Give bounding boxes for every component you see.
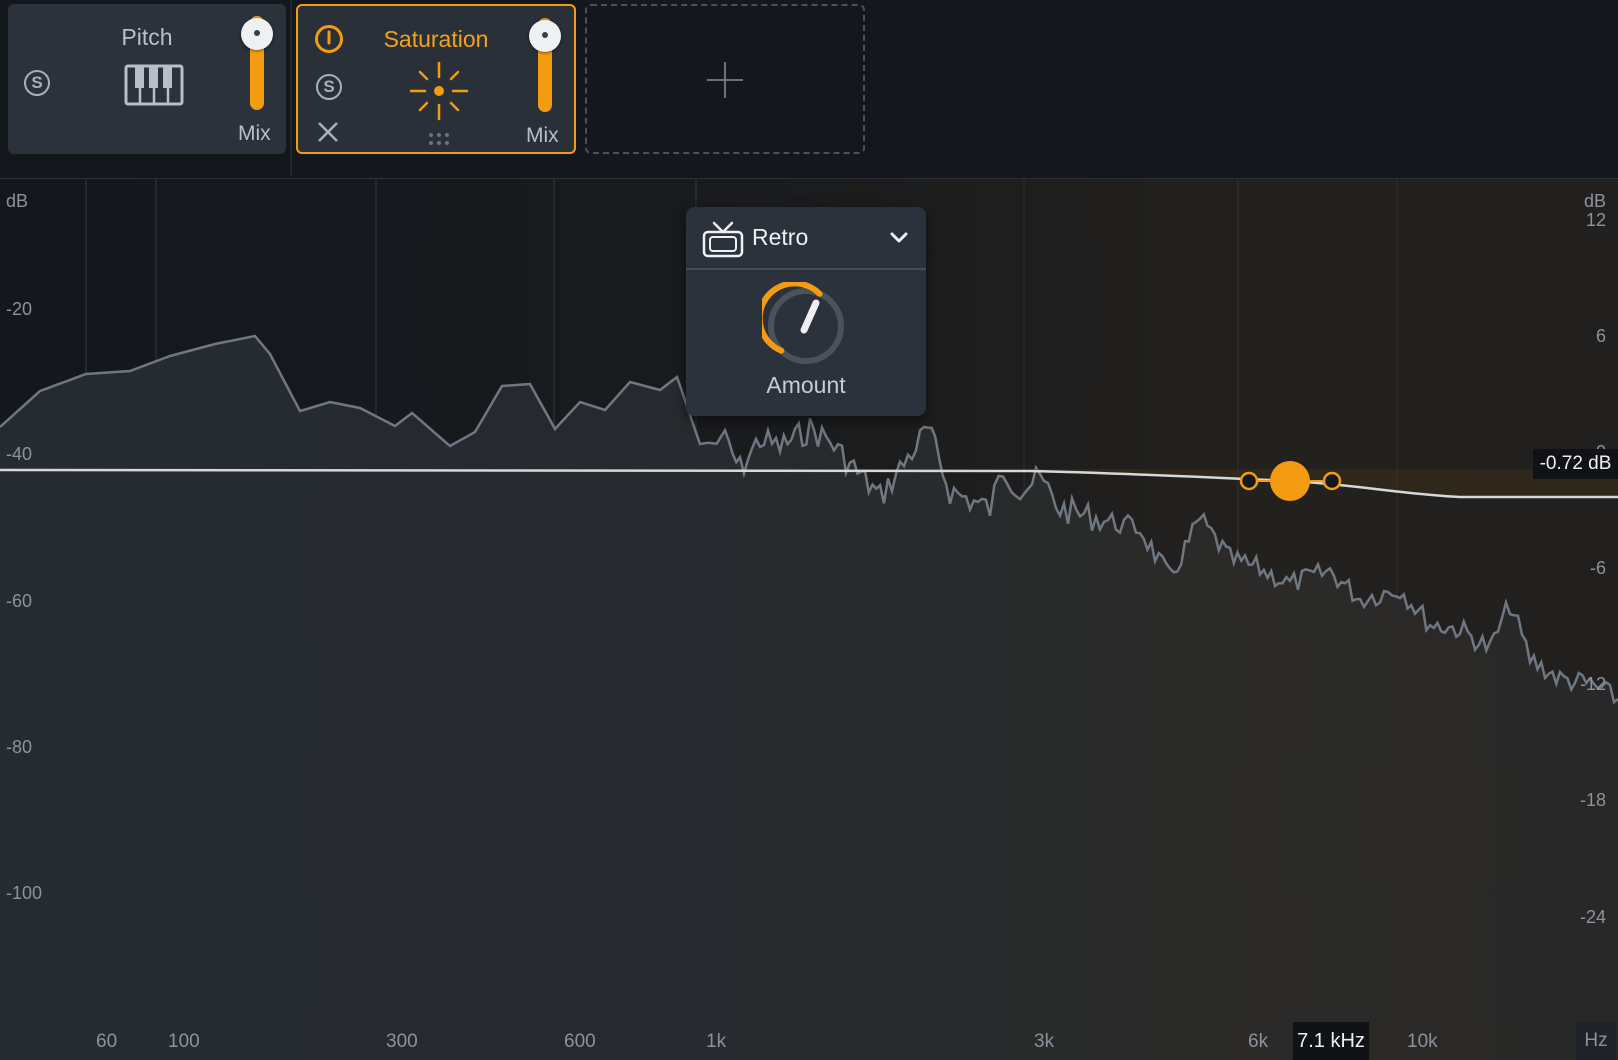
freq-label: 1k — [706, 1031, 727, 1052]
gain-readout: -0.72 dB — [1533, 449, 1618, 479]
mix-label: Mix — [238, 122, 271, 145]
mix-slider[interactable] — [241, 16, 273, 110]
db-right-label: -6 — [1590, 558, 1606, 578]
frequency-readout: 7.1 kHz — [1293, 1022, 1369, 1060]
db-right-label: 12 — [1586, 210, 1606, 230]
freq-label: 3k — [1034, 1031, 1055, 1052]
freq-label: 60 — [96, 1031, 117, 1052]
db-left-label: -60 — [6, 591, 32, 611]
db-left-label: -100 — [6, 883, 42, 903]
add-module-slot[interactable] — [585, 4, 865, 154]
close-icon[interactable] — [316, 120, 340, 144]
preset-popup: Retro Amount — [686, 207, 926, 416]
db-left-label: -20 — [6, 299, 32, 319]
eq-handle-left[interactable] — [1239, 471, 1259, 491]
freq-label: 600 — [564, 1031, 596, 1052]
mix-slider[interactable] — [529, 18, 561, 112]
strip-divider — [290, 0, 292, 176]
mix-thumb[interactable] — [529, 20, 561, 52]
retro-tv-icon — [702, 221, 744, 258]
plus-icon[interactable] — [705, 60, 745, 100]
module-pitch[interactable]: Pitch S Mix — [8, 4, 286, 154]
solo-icon[interactable]: S — [316, 74, 342, 100]
db-right-label: 6 — [1596, 326, 1606, 346]
freq-label: 6k — [1248, 1031, 1269, 1052]
db-left-label: -80 — [6, 737, 32, 757]
solo-icon[interactable]: S — [24, 70, 50, 96]
module-saturation[interactable]: Saturation S Mix — [296, 4, 576, 154]
frequency-unit: Hz — [1576, 1022, 1616, 1060]
freq-label: 100 — [168, 1031, 200, 1052]
db-right-label: -24 — [1580, 907, 1606, 927]
eq-handle-right[interactable] — [1322, 471, 1342, 491]
preset-name: Retro — [752, 224, 809, 250]
amount-label: Amount — [766, 372, 846, 398]
db-right-label: -12 — [1580, 674, 1606, 694]
db-right-unit: dB — [1584, 191, 1606, 211]
sun-burst-icon — [409, 61, 469, 121]
mix-thumb[interactable] — [241, 18, 273, 50]
mix-label: Mix — [526, 124, 559, 147]
db-left-label: -40 — [6, 444, 32, 464]
freq-label: 300 — [386, 1031, 418, 1052]
preset-selector[interactable]: Retro — [686, 207, 926, 270]
piano-keys-icon — [124, 64, 184, 106]
module-strip: Pitch S Mix Saturation S Mix — [0, 0, 1618, 180]
eq-node[interactable] — [1270, 461, 1310, 501]
db-left-unit: dB — [6, 191, 28, 211]
amount-knob[interactable] — [762, 282, 850, 370]
db-right-label: -18 — [1580, 790, 1606, 810]
freq-label: 10k — [1407, 1031, 1438, 1052]
drag-handle-icon[interactable] — [428, 132, 450, 146]
chevron-down-icon[interactable] — [889, 231, 909, 245]
